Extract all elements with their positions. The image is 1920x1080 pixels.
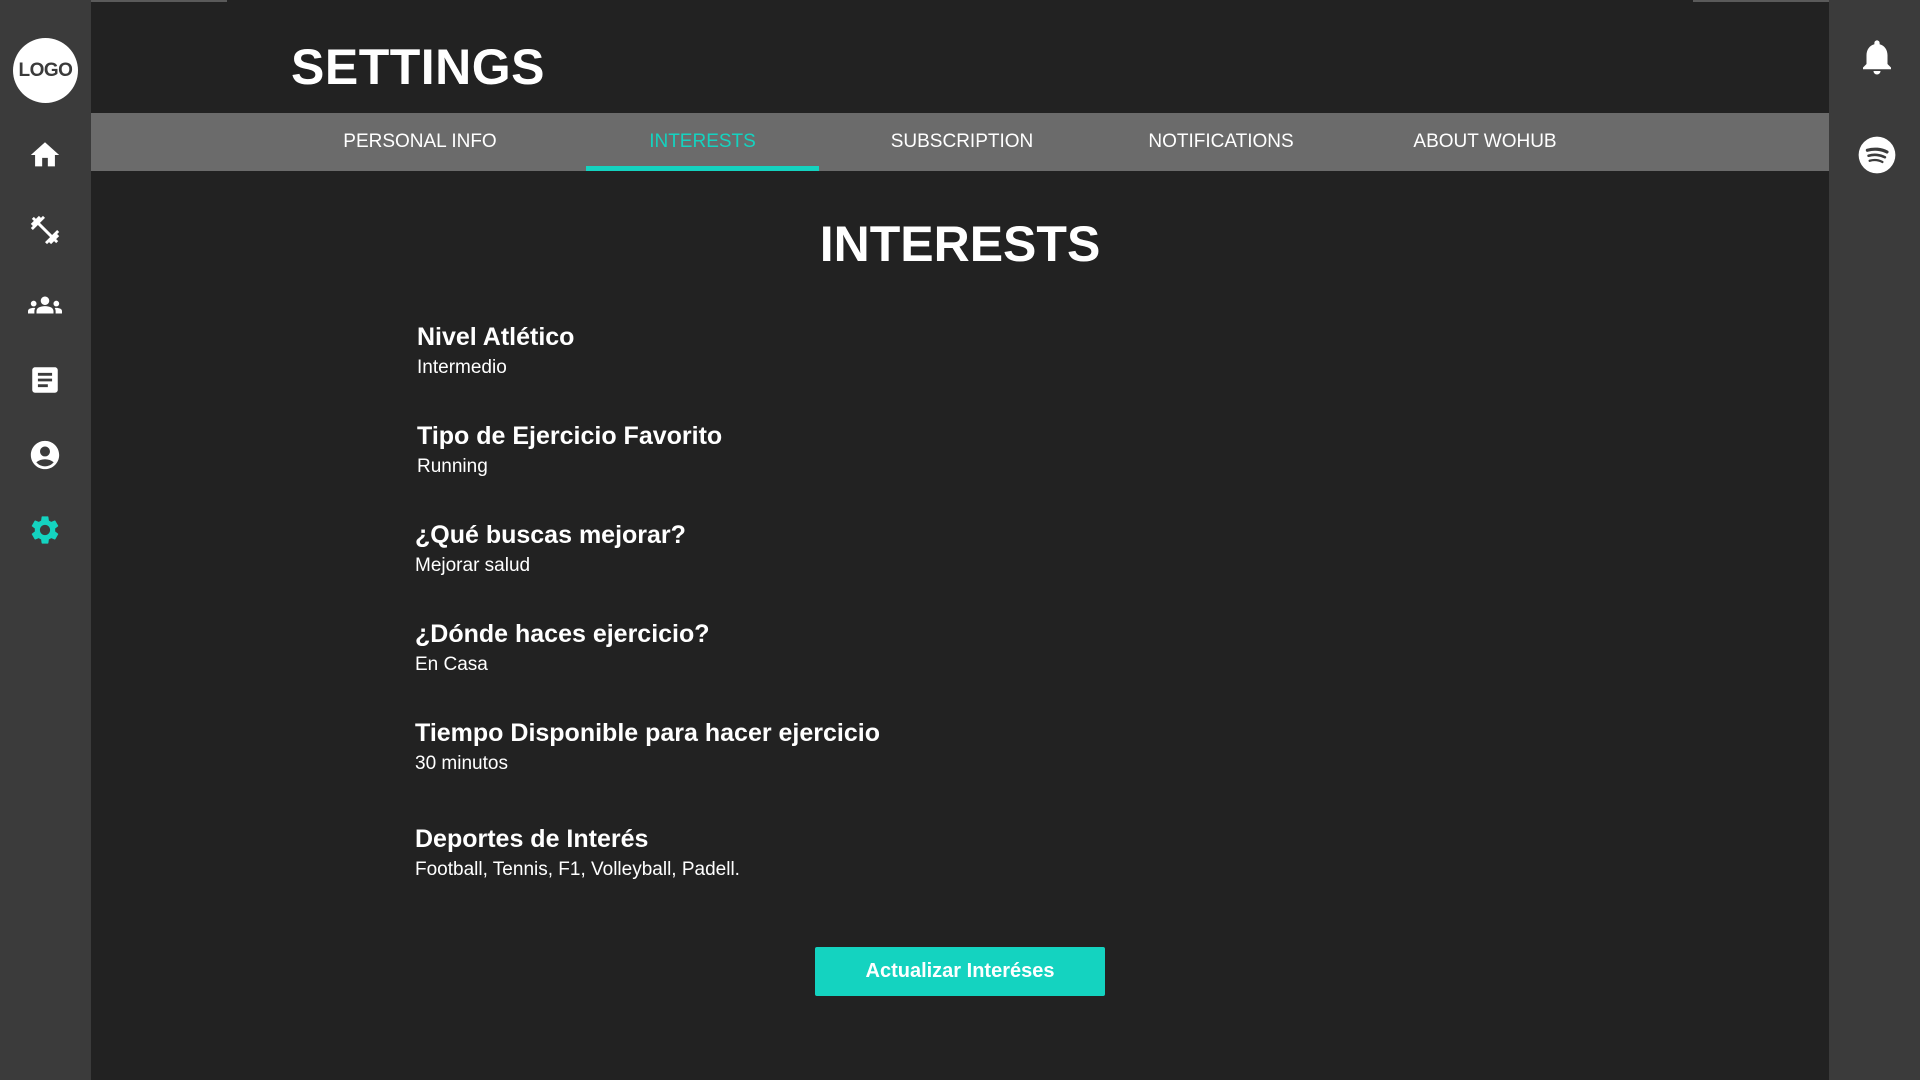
field-value: Football, Tennis, F1, Volleyball, Padell… bbox=[415, 859, 740, 880]
field-value: Intermedio bbox=[417, 357, 507, 378]
community-icon[interactable] bbox=[27, 287, 63, 323]
right-sidebar bbox=[1829, 0, 1920, 1080]
field-label: Tipo de Ejercicio Favorito bbox=[417, 422, 723, 450]
account-icon[interactable] bbox=[27, 437, 63, 473]
main-panel: SETTINGS PERSONAL INFO INTERESTS SUBSCRI… bbox=[91, 0, 1829, 1080]
home-icon[interactable] bbox=[27, 137, 63, 173]
gear-icon[interactable] bbox=[27, 512, 63, 548]
spotify-icon[interactable] bbox=[1856, 134, 1898, 176]
field-label: ¿Dónde haces ejercicio? bbox=[415, 620, 710, 648]
field-donde-ejercicio: ¿Dónde haces ejercicio? En Casa bbox=[415, 619, 710, 677]
field-que-mejorar: ¿Qué buscas mejorar? Mejorar salud bbox=[415, 520, 686, 578]
field-tipo-ejercicio: Tipo de Ejercicio Favorito Running bbox=[417, 421, 722, 479]
field-label: Deportes de Interés bbox=[415, 825, 649, 853]
dumbbell-icon[interactable] bbox=[27, 212, 63, 248]
tab-personal-info[interactable]: PERSONAL INFO bbox=[306, 113, 534, 171]
field-label: Tiempo Disponible para hacer ejercicio bbox=[415, 719, 880, 747]
logo-text: LOGO bbox=[18, 59, 73, 81]
logo[interactable]: LOGO bbox=[13, 38, 78, 103]
tab-interests[interactable]: INTERESTS bbox=[586, 113, 819, 171]
field-nivel-atletico: Nivel Atlético Intermedio bbox=[417, 322, 574, 380]
field-deportes-interes: Deportes de Interés Football, Tennis, F1… bbox=[415, 824, 740, 882]
page-title: SETTINGS bbox=[291, 39, 546, 95]
field-value: Mejorar salud bbox=[415, 555, 531, 576]
top-divider-right bbox=[1693, 0, 1829, 2]
tab-interests-label: INTERESTS bbox=[649, 131, 756, 152]
tab-about-wohub[interactable]: ABOUT WOHUB bbox=[1371, 113, 1599, 171]
tab-notifications[interactable]: NOTIFICATIONS bbox=[1107, 113, 1335, 171]
document-icon[interactable] bbox=[27, 362, 63, 398]
field-value: Running bbox=[417, 456, 488, 477]
field-label: ¿Qué buscas mejorar? bbox=[415, 521, 686, 549]
left-sidebar: LOGO bbox=[0, 0, 91, 1080]
field-value: En Casa bbox=[415, 654, 488, 675]
field-label: Nivel Atlético bbox=[417, 323, 575, 351]
active-tab-indicator bbox=[586, 166, 819, 171]
update-interests-button[interactable]: Actualizar Interéses bbox=[815, 947, 1105, 996]
top-divider-left bbox=[91, 0, 227, 2]
settings-tabs: PERSONAL INFO INTERESTS SUBSCRIPTION NOT… bbox=[91, 113, 1829, 171]
section-title: INTERESTS bbox=[819, 216, 1101, 272]
field-value: 30 minutos bbox=[415, 753, 508, 774]
bell-icon[interactable] bbox=[1856, 36, 1898, 78]
tab-subscription[interactable]: SUBSCRIPTION bbox=[848, 113, 1076, 171]
field-tiempo-disponible: Tiempo Disponible para hacer ejercicio 3… bbox=[415, 718, 880, 776]
